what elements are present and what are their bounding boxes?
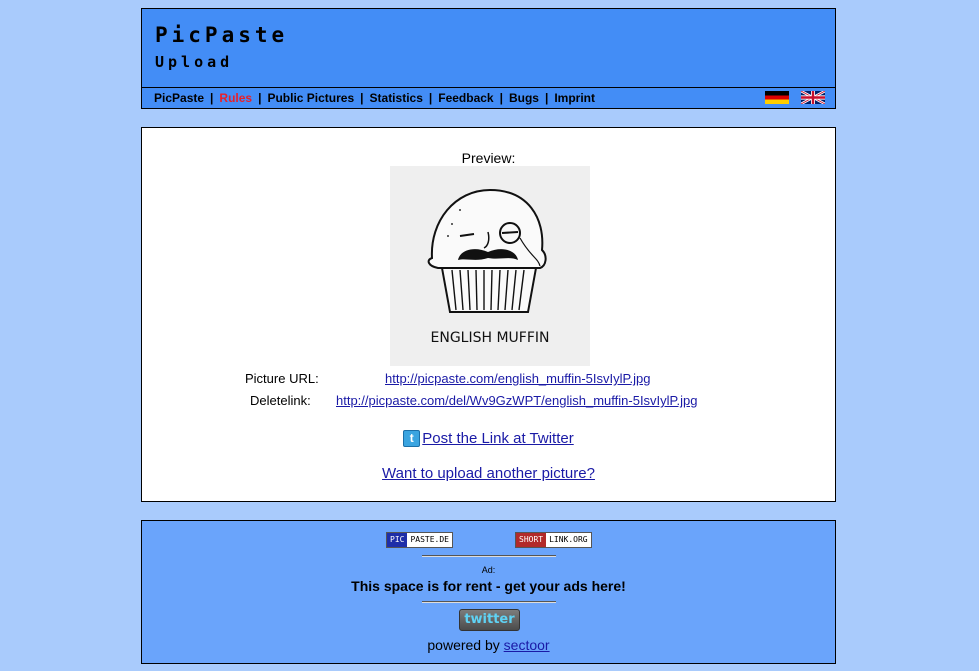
nav-separator: | [258,91,262,105]
delete-url-row: http://picpaste.com/del/Wv9GzWPT/english… [336,393,698,408]
twitter-icon[interactable]: t [403,430,421,447]
badge-part: SHORT [516,533,547,547]
powered-by-text: powered by [427,637,500,653]
nav-item-statistics[interactable]: Statistics [370,91,423,105]
divider [422,601,556,603]
divider [422,555,556,557]
nav-separator: | [210,91,214,105]
badge-part: PIC [387,533,408,547]
badge-part: LINK.ORG [549,535,588,544]
nav-item-rules[interactable]: Rules [219,91,252,105]
nav-item-imprint[interactable]: Imprint [554,91,595,105]
badge-part: PASTE.DE [410,535,449,544]
preview-image: ENGLISH MUFFIN [390,166,590,366]
upload-result-panel: Preview: ENGLISH MUFFIN Picture URL: htt… [141,127,836,502]
delete-link-label: Deletelink: [250,393,311,408]
twitter-button[interactable]: twitter [459,609,520,631]
sectoor-link[interactable]: sectoor [504,637,550,653]
nav-item-picpaste[interactable]: PicPaste [154,91,204,105]
ad-label: Ad: [481,565,496,575]
nav-separator: | [360,91,364,105]
delete-url-link[interactable]: http://picpaste.com/del/Wv9GzWPT/english… [336,393,698,408]
twitter-post-row: t Post the Link at Twitter [142,430,835,447]
nav-separator: | [499,91,503,105]
post-twitter-link[interactable]: Post the Link at Twitter [422,430,573,447]
nav-bar: PicPaste | Rules | Public Pictures | Statistic… [142,87,835,109]
uk-flag-icon[interactable] [801,91,825,104]
nav-item-public-pictures[interactable]: Public Pictures [267,91,354,105]
nav-separator: | [428,91,433,105]
ad-text: This space is for rent - get your ads he… [351,578,626,594]
upload-another-row: Want to upload another picture? [142,465,835,482]
powered-by: powered by sectoor [142,637,835,653]
preview-label: Preview: [461,150,516,166]
language-selector [765,91,825,104]
shortlink-badge[interactable]: SHORT LINK.ORG [515,532,592,548]
picture-url-link[interactable]: http://picpaste.com/english_muffin-5IsvI… [385,371,650,386]
site-title: PicPaste [155,23,289,47]
upload-another-link[interactable]: Want to upload another picture? [382,465,595,482]
site-subtitle: Upload [155,53,234,71]
header: PicPaste Upload PicPaste | Rules | Public Pi… [141,8,836,109]
footer: PIC PASTE.DE SHORT LINK.ORG Ad: This spa… [141,520,836,664]
picture-url-label: Picture URL: [245,371,319,386]
nav-separator: | [544,91,549,105]
image-caption: ENGLISH MUFFIN [431,330,550,346]
picpaste-badge[interactable]: PIC PASTE.DE [386,532,453,548]
german-flag-icon[interactable] [765,91,789,104]
nav-item-feedback[interactable]: Feedback [438,91,493,105]
picture-url-row: http://picpaste.com/english_muffin-5IsvI… [385,371,650,386]
nav-item-bugs[interactable]: Bugs [509,91,539,105]
